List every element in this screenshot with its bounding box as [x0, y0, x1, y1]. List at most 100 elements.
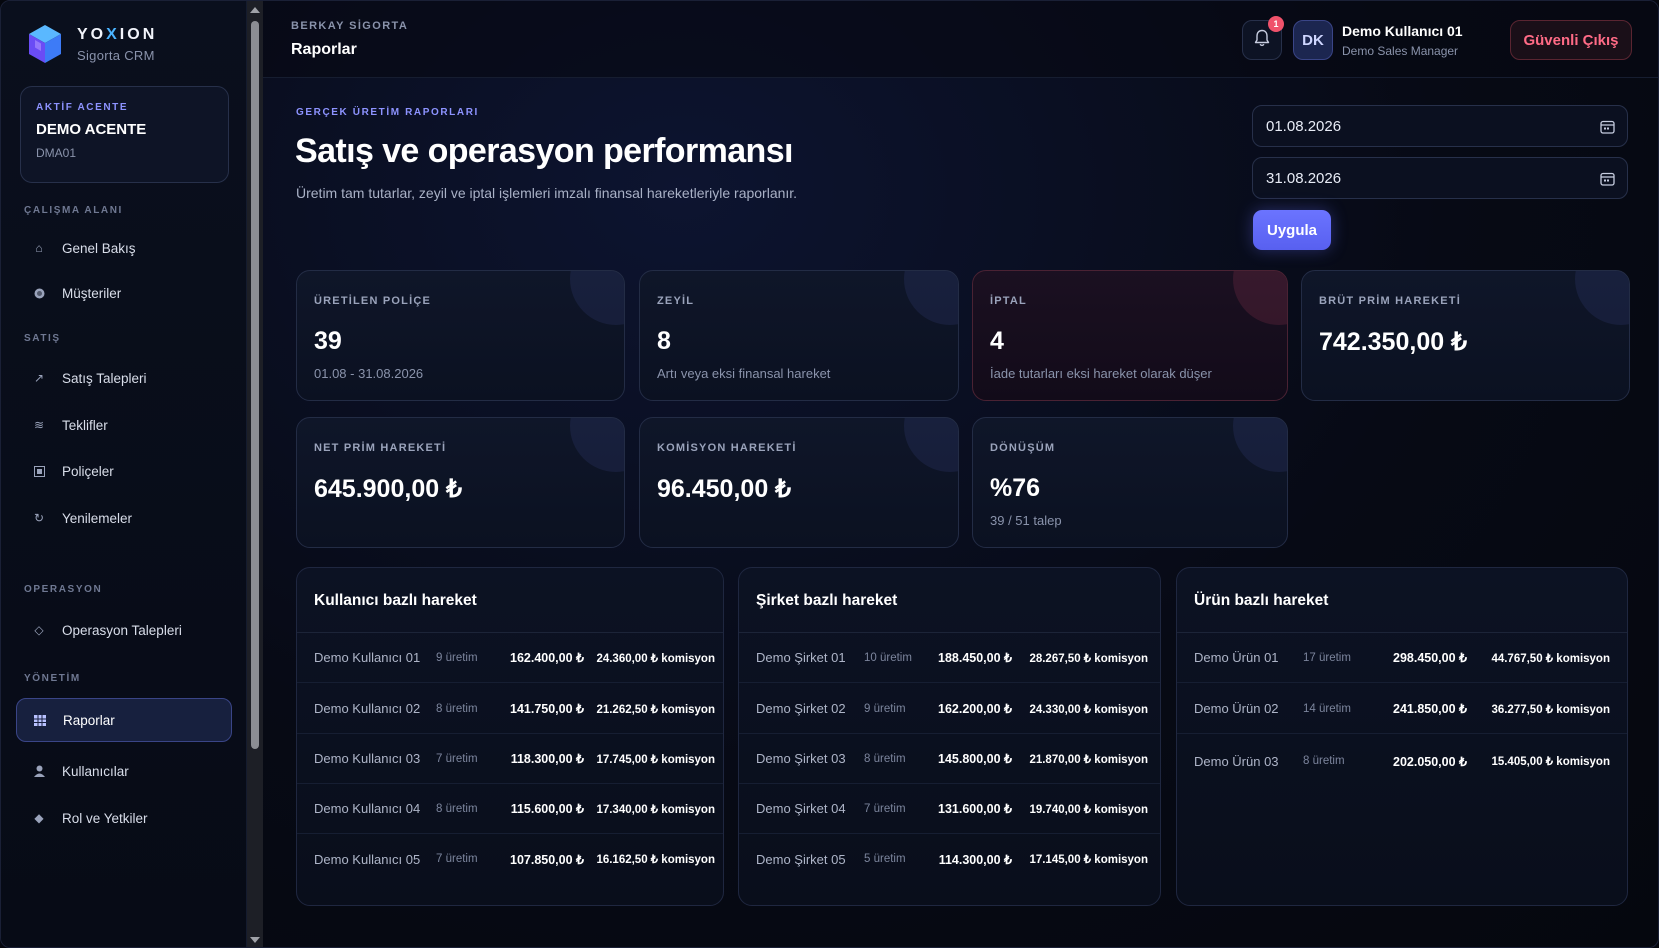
row-name: Demo Ürün 02 — [1194, 701, 1279, 716]
sidebar-item-label: Teklifler — [62, 417, 108, 433]
brand[interactable]: YOXION Sigorta CRM — [27, 23, 157, 65]
nav-section-operations: OPERASYON — [24, 584, 103, 595]
row-amount: 145.800,00 ₺ — [938, 752, 1012, 766]
table-row[interactable]: Demo Şirket 03 8 üretim 145.800,00 ₺ 21.… — [739, 734, 1160, 784]
active-agency-card[interactable]: AKTİF ACENTE DEMO ACENTE DMA01 — [20, 86, 229, 183]
user-role: Demo Sales Manager — [1342, 44, 1459, 58]
page-title: Raporlar — [291, 41, 357, 58]
stat-card-produced-policies: ÜRETİLEN POLİÇE 39 01.08 - 31.08.2026 — [296, 270, 625, 401]
nav-section-management: YÖNETİM — [24, 673, 81, 684]
sidebar-item-renewals[interactable]: ↻ Yenilemeler — [16, 497, 232, 539]
agency-name: DEMO ACENTE — [36, 121, 147, 138]
bell-icon — [1254, 29, 1270, 52]
sidebar-item-label: Genel Bakış — [62, 240, 136, 256]
row-amount: 202.050,00 ₺ — [1393, 754, 1467, 769]
stat-value: 8 — [657, 327, 671, 355]
table-row[interactable]: Demo Şirket 05 5 üretim 114.300,00 ₺ 17.… — [739, 834, 1160, 884]
sidebar-item-operation-requests[interactable]: ◇ Operasyon Talepleri — [16, 609, 232, 651]
row-commission: 28.267,50 ₺ komisyon — [1029, 652, 1148, 665]
start-date-field[interactable]: 01.08.2026 — [1252, 105, 1628, 147]
stat-label: DÖNÜŞÜM — [990, 442, 1056, 454]
row-count: 8 üretim — [436, 802, 478, 815]
sidebar-item-customers[interactable]: Müşteriler — [16, 272, 232, 314]
row-amount: 107.850,00 ₺ — [510, 852, 584, 867]
stat-label: İPTAL — [990, 295, 1027, 307]
panel-company-movement: Şirket bazlı hareket Demo Şirket 01 10 ü… — [738, 567, 1161, 906]
wave-icon: ≋ — [33, 418, 45, 432]
stat-label: ÜRETİLEN POLİÇE — [314, 295, 432, 307]
table-row[interactable]: Demo Kullanıcı 01 9 üretim 162.400,00 ₺ … — [297, 633, 723, 683]
section-title: Satış ve operasyon performansı — [295, 132, 793, 170]
row-name: Demo Kullanıcı 01 — [314, 650, 421, 665]
stat-label: NET PRİM HAREKETİ — [314, 442, 447, 454]
row-count: 7 üretim — [864, 802, 906, 815]
roles-diamond-icon: ◆ — [34, 811, 44, 825]
table-row[interactable]: Demo Şirket 01 10 üretim 188.450,00 ₺ 28… — [739, 633, 1160, 683]
start-date-value: 01.08.2026 — [1266, 117, 1342, 135]
row-amount: 141.750,00 ₺ — [510, 702, 584, 716]
panel-product-movement: Ürün bazlı hareket Demo Ürün 01 17 üreti… — [1176, 567, 1628, 906]
table-row[interactable]: Demo Ürün 02 14 üretim 241.850,00 ₺ 36.2… — [1177, 684, 1627, 734]
calendar-icon[interactable] — [1600, 119, 1615, 134]
table-row[interactable]: Demo Kullanıcı 02 8 üretim 141.750,00 ₺ … — [297, 684, 723, 734]
table-row[interactable]: Demo Kullanıcı 05 7 üretim 107.850,00 ₺ … — [297, 834, 723, 884]
sidebar-scrollbar[interactable] — [247, 1, 263, 947]
row-amount: 162.200,00 ₺ — [938, 702, 1012, 716]
row-commission: 16.162,50 ₺ komisyon — [596, 854, 715, 866]
report-grid-icon — [33, 713, 47, 727]
row-commission: 44.767,50 ₺ komisyon — [1491, 652, 1610, 665]
row-amount: 115.600,00 ₺ — [510, 802, 584, 816]
stat-note: İade tutarları eksi hareket olarak düşer — [990, 366, 1212, 381]
sidebar-item-label: Operasyon Talepleri — [62, 622, 182, 638]
section-lead: Üretim tam tutarlar, zeyil ve iptal işle… — [296, 185, 798, 201]
home-icon: ⌂ — [35, 241, 43, 255]
row-commission: 19.740,00 ₺ komisyon — [1029, 803, 1148, 816]
row-count: 14 üretim — [1303, 702, 1351, 715]
stat-value: 742.350,00 ₺ — [1319, 328, 1467, 356]
row-count: 17 üretim — [1303, 651, 1351, 664]
refresh-icon: ↻ — [33, 511, 45, 525]
logout-button[interactable]: Güvenli Çıkış — [1510, 20, 1632, 60]
sidebar-item-label: Kullanıcılar — [62, 763, 129, 779]
sidebar-item-sales-requests[interactable]: ↗ Satış Talepleri — [16, 357, 232, 399]
row-commission: 21.262,50 ₺ komisyon — [596, 703, 715, 716]
sidebar-item-label: Poliçeler — [62, 463, 114, 479]
end-date-field[interactable]: 31.08.2026 — [1252, 157, 1628, 199]
apply-button[interactable]: Uygula — [1253, 210, 1331, 250]
row-count: 9 üretim — [864, 702, 906, 715]
user-icon — [32, 764, 46, 778]
row-commission: 17.340,00 ₺ komisyon — [596, 803, 715, 816]
topbar: BERKAY SİGORTA Raporlar 1 DK Demo Kullan… — [263, 1, 1658, 78]
sidebar-item-roles[interactable]: ◆ Rol ve Yetkiler — [16, 797, 232, 839]
table-row[interactable]: Demo Ürün 01 17 üretim 298.450,00 ₺ 44.7… — [1177, 633, 1627, 683]
sidebar-item-users[interactable]: Kullanıcılar — [16, 750, 232, 792]
avatar[interactable]: DK — [1293, 20, 1333, 60]
section-kicker: GERÇEK ÜRETİM RAPORLARI — [296, 107, 479, 118]
stat-value: 4 — [990, 327, 1004, 355]
table-row[interactable]: Demo Kullanıcı 04 8 üretim 115.600,00 ₺ … — [297, 784, 723, 834]
table-row[interactable]: Demo Şirket 02 9 üretim 162.200,00 ₺ 24.… — [739, 684, 1160, 734]
stat-value: 645.900,00 ₺ — [314, 475, 462, 503]
agency-kicker: AKTİF ACENTE — [36, 102, 129, 113]
stat-card-cancellation: İPTAL 4 İade tutarları eksi hareket olar… — [972, 270, 1288, 401]
row-count: 8 üretim — [436, 702, 478, 715]
table-row[interactable]: Demo Ürün 03 8 üretim 202.050,00 ₺ 15.40… — [1177, 736, 1627, 786]
sidebar-item-policies[interactable]: Poliçeler — [16, 450, 232, 492]
row-name: Demo Ürün 01 — [1194, 650, 1279, 665]
calendar-icon[interactable] — [1600, 171, 1615, 186]
table-row[interactable]: Demo Şirket 04 7 üretim 131.600,00 ₺ 19.… — [739, 784, 1160, 834]
row-amount: 188.450,00 ₺ — [938, 651, 1012, 665]
table-row[interactable]: Demo Kullanıcı 03 7 üretim 118.300,00 ₺ … — [297, 734, 723, 784]
sidebar-item-quotes[interactable]: ≋ Teklifler — [16, 404, 232, 446]
scroll-up-arrow-icon[interactable] — [250, 7, 260, 13]
agency-code: DMA01 — [36, 146, 77, 160]
row-name: Demo Şirket 03 — [756, 751, 846, 766]
scroll-down-arrow-icon[interactable] — [250, 937, 260, 943]
row-name: Demo Şirket 02 — [756, 701, 846, 716]
sidebar-item-reports[interactable]: Raporlar — [16, 698, 232, 742]
row-name: Demo Şirket 01 — [756, 650, 846, 665]
row-amount: 162.400,00 ₺ — [510, 651, 584, 665]
sidebar-item-overview[interactable]: ⌂ Genel Bakış — [16, 227, 232, 269]
scroll-thumb[interactable] — [251, 21, 259, 749]
sidebar-item-label: Rol ve Yetkiler — [62, 810, 148, 826]
